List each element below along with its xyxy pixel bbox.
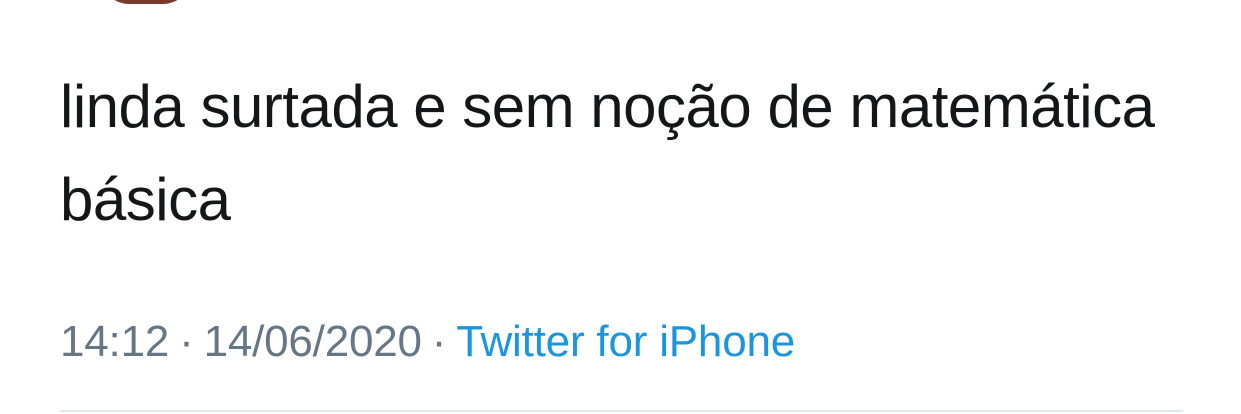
tweet-date[interactable]: 14/06/2020: [204, 317, 422, 366]
avatar[interactable]: [98, 0, 194, 4]
tweet-source-link[interactable]: Twitter for iPhone: [456, 317, 795, 366]
divider: [60, 410, 1183, 412]
meta-separator: ·: [431, 317, 447, 366]
tweet-text: linda surtada e sem noção de matemática …: [60, 73, 1171, 233]
meta-separator: ·: [179, 317, 194, 366]
tweet-metadata: 14:12 · 14/06/2020 · Twitter for iPhone: [60, 312, 795, 372]
tweet-time[interactable]: 14:12: [60, 317, 169, 366]
